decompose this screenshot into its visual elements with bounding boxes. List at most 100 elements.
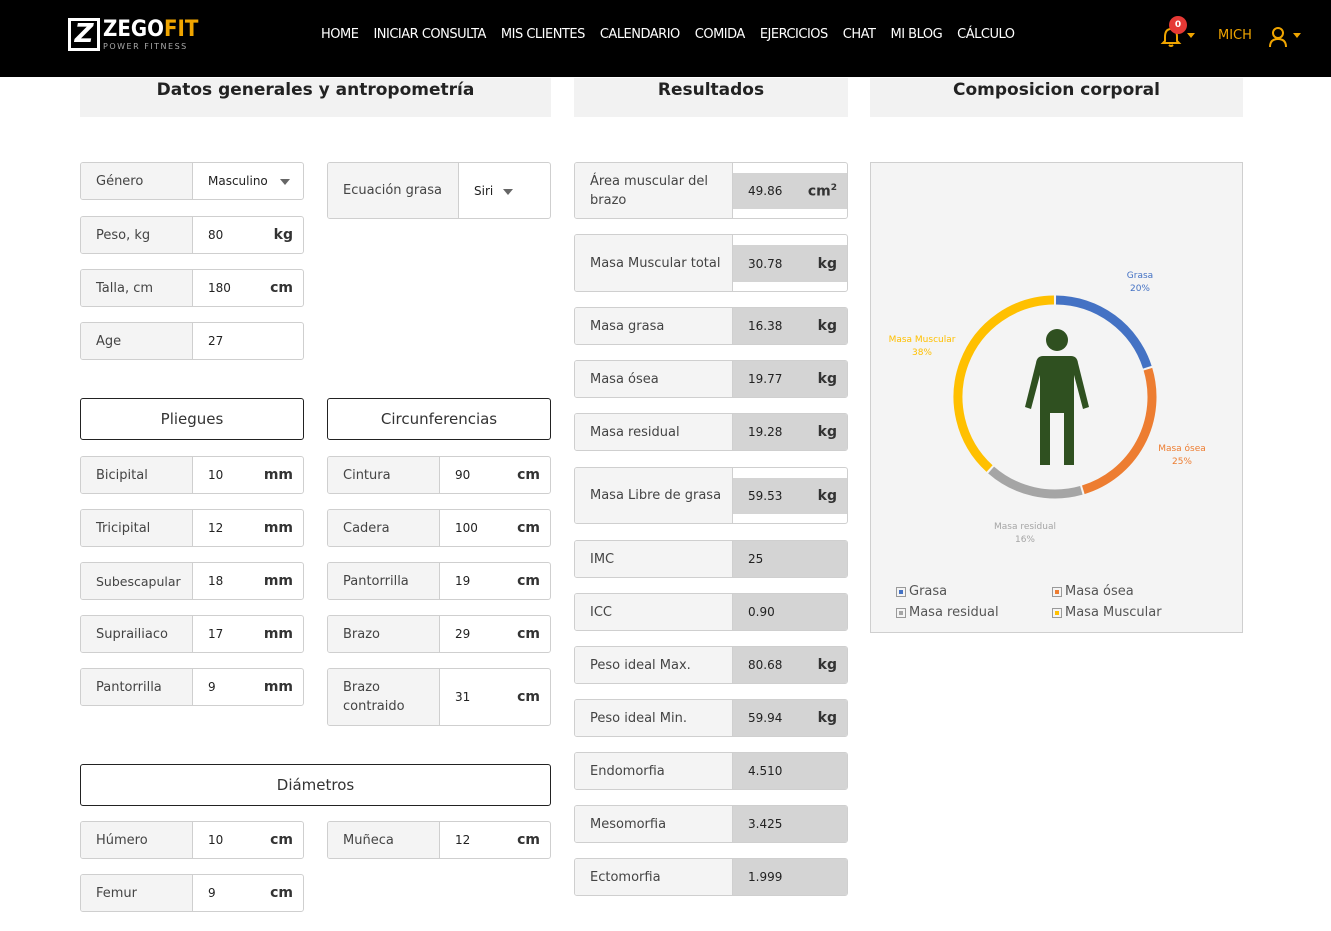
result-imc: IMC 25 xyxy=(574,540,848,578)
nav-mi-blog[interactable]: MI BLOG xyxy=(890,27,942,42)
unit-label: cm xyxy=(517,573,540,589)
result-masa-osea: Masa ósea 19.77 kg xyxy=(574,360,848,398)
result-icc: ICC 0.90 xyxy=(574,593,848,631)
unit-label: cm xyxy=(517,520,540,536)
result-value: 19.77 xyxy=(748,372,783,386)
diametros-header: Diámetros xyxy=(80,764,551,806)
user-icon[interactable] xyxy=(1268,26,1288,48)
slice-label-masa-osea: Masa ósea 25% xyxy=(1158,444,1206,467)
age-input[interactable]: 27 xyxy=(193,323,303,359)
result-value: 16.38 xyxy=(748,319,783,333)
field-label: Suprailiaco xyxy=(81,616,193,652)
pliegue-input[interactable]: 18 mm xyxy=(193,563,303,599)
field-value: 90 xyxy=(455,468,471,482)
result-value-box: 16.38 kg xyxy=(733,308,847,344)
result-masa-muscular: Masa Muscular total 30.78 kg xyxy=(574,234,848,292)
pliegue-tricipital: Tricipital 12 mm xyxy=(80,509,304,547)
result-label: Masa ósea xyxy=(575,361,733,397)
result-label: Peso ideal Max. xyxy=(575,647,733,683)
field-value: 100 xyxy=(455,521,478,535)
result-value: 1.999 xyxy=(748,870,783,884)
field-value: 9 xyxy=(208,886,216,900)
result-value-box: 4.510 xyxy=(733,753,847,789)
result-label: Masa Libre de grasa xyxy=(575,468,733,523)
user-name[interactable]: MICH xyxy=(1218,28,1252,43)
unit-label: kg xyxy=(817,318,837,334)
legend-swatch xyxy=(1052,607,1062,618)
nav-chat[interactable]: CHAT xyxy=(843,27,876,42)
pliegue-input[interactable]: 17 mm xyxy=(193,616,303,652)
field-label: Femur xyxy=(81,875,193,911)
legend-item-masa-residual[interactable]: Masa residual xyxy=(896,605,999,620)
pliegue-input[interactable]: 12 mm xyxy=(193,510,303,546)
legend-item-grasa[interactable]: Grasa xyxy=(896,584,947,599)
donut-slice-masa-muscular[interactable] xyxy=(953,295,1055,472)
field-label: Género xyxy=(81,163,193,199)
unit-label: mm xyxy=(263,520,293,536)
result-value: 25 xyxy=(748,552,764,566)
legend-item-masa-muscular[interactable]: Masa Muscular xyxy=(1052,605,1162,620)
circ-input[interactable]: 90 cm xyxy=(440,457,550,493)
donut-slice-masa-ósea[interactable] xyxy=(1081,367,1157,495)
result-value-box: 0.90 xyxy=(733,594,847,630)
circ-cintura: Cintura 90 cm xyxy=(327,456,551,494)
field-label: Pantorrilla xyxy=(328,563,440,599)
diam-input[interactable]: 12 cm xyxy=(440,822,550,858)
result-value-box: 25 xyxy=(733,541,847,577)
chevron-down-icon[interactable] xyxy=(1187,33,1195,38)
field-value: 10 xyxy=(208,468,224,482)
nav-calendario[interactable]: CALENDARIO xyxy=(600,27,680,42)
circ-brazo: Brazo 29 cm xyxy=(327,615,551,653)
nav-home[interactable]: HOME xyxy=(321,27,359,42)
zegofit-logo[interactable]: Z ZEGOFIT POWER FITNESS xyxy=(68,18,198,51)
circ-input[interactable]: 31 cm xyxy=(440,669,550,725)
circ-input[interactable]: 19 cm xyxy=(440,563,550,599)
peso-input[interactable]: 80 kg xyxy=(193,217,303,253)
legend-swatch xyxy=(1052,586,1062,597)
circ-input[interactable]: 29 cm xyxy=(440,616,550,652)
diam-input[interactable]: 10 cm xyxy=(193,822,303,858)
field-value: 29 xyxy=(455,627,471,641)
result-peso-ideal-max: Peso ideal Max. 80.68 kg xyxy=(574,646,848,684)
pliegues-header: Pliegues xyxy=(80,398,304,440)
main-menu: HOME INICIAR CONSULTA MIS CLIENTES CALEN… xyxy=(321,27,1030,42)
circ-input[interactable]: 100 cm xyxy=(440,510,550,546)
diam-humero: Húmero 10 cm xyxy=(80,821,304,859)
result-peso-ideal-min: Peso ideal Min. 59.94 kg xyxy=(574,699,848,737)
pliegue-subescapular: Subescapular 18 mm xyxy=(80,562,304,600)
nav-mis-clientes[interactable]: MIS CLIENTES xyxy=(501,27,585,42)
nav-ejercicios[interactable]: EJERCICIOS xyxy=(760,27,828,42)
talla-input[interactable]: 180 cm xyxy=(193,270,303,306)
legend-item-masa-osea[interactable]: Masa ósea xyxy=(1052,584,1134,599)
unit-label: mm xyxy=(263,467,293,483)
result-value-box: 1.999 xyxy=(733,859,847,895)
diam-input[interactable]: 9 cm xyxy=(193,875,303,911)
genero-value: Masculino xyxy=(208,174,268,188)
pliegue-input[interactable]: 9 mm xyxy=(193,669,303,705)
unit-label: cm xyxy=(517,832,540,848)
donut-slice-masa-residual[interactable] xyxy=(988,466,1083,499)
result-value: 80.68 xyxy=(748,658,783,672)
ecuacion-select[interactable]: Siri xyxy=(459,163,550,218)
chevron-down-icon[interactable] xyxy=(1293,33,1301,38)
unit-label: mm xyxy=(263,626,293,642)
result-label: Endomorfia xyxy=(575,753,733,789)
slice-label-masa-residual: Masa residual 16% xyxy=(993,522,1056,545)
result-masa-libre: Masa Libre de grasa 59.53 kg xyxy=(574,467,848,524)
talla-value: 180 xyxy=(208,281,231,295)
nav-comida[interactable]: COMIDA xyxy=(695,27,746,42)
unit-label: cm xyxy=(270,885,293,901)
pliegue-input[interactable]: 10 mm xyxy=(193,457,303,493)
field-value: 31 xyxy=(455,690,471,704)
result-value: 49.86 xyxy=(748,184,783,198)
field-value: 17 xyxy=(208,627,224,641)
nav-iniciar-consulta[interactable]: INICIAR CONSULTA xyxy=(373,27,486,42)
logo-subtitle: POWER FITNESS xyxy=(103,41,188,51)
diam-muneca: Muñeca 12 cm xyxy=(327,821,551,859)
field-label: Age xyxy=(81,323,193,359)
genero-select[interactable]: Masculino xyxy=(193,163,303,199)
nav-calculo[interactable]: CÁLCULO xyxy=(957,27,1015,42)
ecuacion-value: Siri xyxy=(474,183,494,198)
field-label: Subescapular xyxy=(81,563,193,599)
field-label: Bicipital xyxy=(81,457,193,493)
